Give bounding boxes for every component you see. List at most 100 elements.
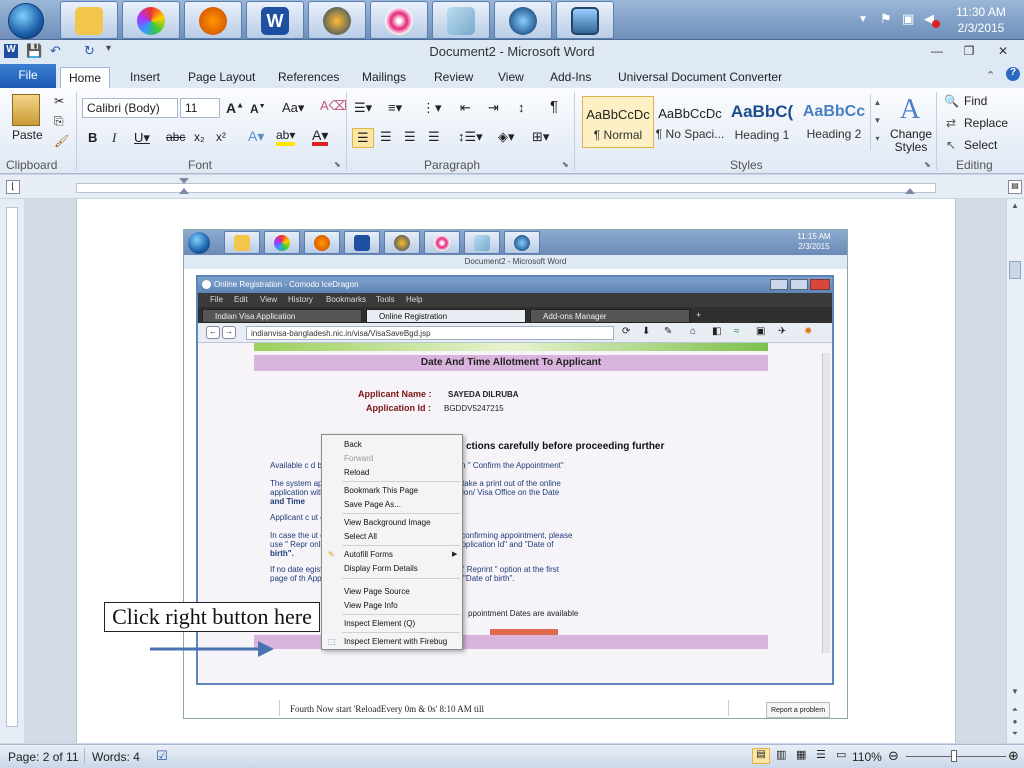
scroll-up-arrow-icon[interactable]: ▲ bbox=[1008, 201, 1022, 213]
change-case-icon[interactable]: Aa▾ bbox=[282, 100, 304, 116]
taskbar-flower-app[interactable] bbox=[370, 1, 428, 39]
outline-icon[interactable]: ☰ bbox=[816, 748, 826, 761]
find-button[interactable]: Find bbox=[964, 94, 987, 108]
taskbar-picasa[interactable] bbox=[122, 1, 180, 39]
scroll-thumb[interactable] bbox=[1009, 261, 1021, 279]
ribbon-minimize-icon[interactable]: ⌃ bbox=[986, 69, 995, 82]
style-heading-1[interactable]: AaBbC( Heading 1 bbox=[726, 96, 798, 148]
paragraph-dialog-launcher-icon[interactable]: ⬊ bbox=[562, 160, 569, 169]
change-styles-button[interactable]: Change Styles bbox=[890, 128, 932, 154]
style-heading-2[interactable]: AaBbCc Heading 2 bbox=[798, 96, 870, 148]
align-center-icon[interactable]: ☰ bbox=[380, 129, 392, 145]
callout-arrow[interactable] bbox=[150, 638, 276, 658]
font-dialog-launcher-icon[interactable]: ⬊ bbox=[334, 160, 341, 169]
minimize-button[interactable]: — bbox=[928, 44, 946, 58]
shading-icon[interactable]: ◈▾ bbox=[498, 129, 515, 145]
styles-dialog-launcher-icon[interactable]: ⬊ bbox=[924, 160, 931, 169]
italic-icon[interactable]: I bbox=[112, 130, 116, 146]
highlight-icon[interactable]: ab▾ bbox=[276, 128, 296, 146]
close-button[interactable]: ✕ bbox=[994, 44, 1012, 58]
tab-add-ins[interactable]: Add-Ins bbox=[542, 67, 599, 88]
previous-page-icon[interactable]: ⏶ bbox=[1008, 705, 1022, 717]
styles-gallery-scroll[interactable]: ▲ ▼ ▾ bbox=[870, 94, 884, 150]
clear-formatting-icon[interactable]: A⌫ bbox=[320, 98, 347, 114]
network-icon[interactable]: ▣ bbox=[902, 11, 914, 27]
subscript-icon[interactable]: x₂ bbox=[194, 130, 205, 144]
underline-icon[interactable]: U▾ bbox=[134, 130, 150, 146]
tab-universal-document-converter[interactable]: Universal Document Converter bbox=[610, 67, 790, 88]
tab-page-layout[interactable]: Page Layout bbox=[180, 67, 263, 88]
sort-icon[interactable]: ↕ bbox=[518, 100, 525, 115]
paste-button[interactable]: Paste bbox=[12, 128, 43, 142]
font-color-icon[interactable]: A▾ bbox=[312, 128, 329, 146]
borders-icon[interactable]: ⊞▾ bbox=[532, 129, 549, 145]
numbering-icon[interactable]: ≡▾ bbox=[388, 100, 402, 116]
taskbar-word[interactable]: W bbox=[246, 1, 304, 39]
decrease-indent-icon[interactable]: ⇤ bbox=[460, 100, 471, 116]
vertical-scrollbar[interactable]: ▲ ▼ ⏶ ● ⏷ bbox=[1006, 199, 1024, 743]
full-screen-reading-icon[interactable]: ▥ bbox=[776, 748, 786, 761]
align-right-icon[interactable]: ☰ bbox=[404, 129, 416, 145]
zoom-level[interactable]: 110% bbox=[852, 750, 882, 764]
line-spacing-icon[interactable]: ↕☰▾ bbox=[458, 129, 483, 145]
horizontal-ruler[interactable]: ⌊ ▤ bbox=[0, 175, 1024, 199]
tab-review[interactable]: Review bbox=[426, 67, 481, 88]
shrink-font-icon[interactable]: A▼ bbox=[250, 102, 266, 116]
draft-icon[interactable]: ▭ bbox=[836, 748, 846, 761]
next-page-icon[interactable]: ⏷ bbox=[1008, 729, 1022, 741]
grow-font-icon[interactable]: A▲ bbox=[226, 100, 244, 116]
tab-view[interactable]: View bbox=[490, 67, 532, 88]
vertical-ruler[interactable] bbox=[0, 199, 24, 743]
start-button[interactable] bbox=[2, 1, 52, 39]
select-button[interactable]: Select bbox=[964, 138, 997, 152]
taskbar-explorer[interactable] bbox=[60, 1, 118, 39]
increase-indent-icon[interactable]: ⇥ bbox=[488, 100, 499, 116]
format-painter-icon[interactable]: 🖌 bbox=[54, 134, 69, 148]
taskbar-notes[interactable] bbox=[432, 1, 490, 39]
taskbar-firefox[interactable] bbox=[184, 1, 242, 39]
font-name-combo[interactable]: Calibri (Body) bbox=[82, 98, 178, 118]
hanging-indent-marker[interactable] bbox=[179, 188, 189, 194]
browse-object-icon[interactable]: ● bbox=[1008, 717, 1022, 729]
justify-icon[interactable]: ☰ bbox=[428, 129, 440, 145]
help-icon[interactable]: ? bbox=[1006, 67, 1020, 81]
superscript-icon[interactable]: x² bbox=[216, 130, 226, 144]
proofing-icon[interactable]: ☑ bbox=[156, 748, 168, 764]
cut-icon[interactable]: ✂ bbox=[54, 94, 64, 108]
callout-textbox[interactable]: Click right button here bbox=[104, 602, 320, 632]
replace-button[interactable]: Replace bbox=[964, 116, 1008, 130]
strikethrough-icon[interactable]: abc bbox=[166, 130, 185, 144]
font-size-combo[interactable]: 11 bbox=[180, 98, 220, 118]
taskbar-media-player[interactable] bbox=[308, 1, 366, 39]
show-formatting-marks-icon[interactable]: ¶ bbox=[550, 98, 558, 115]
tab-file[interactable]: File bbox=[0, 64, 56, 88]
flag-icon[interactable]: ⚑ bbox=[880, 11, 892, 27]
taskbar-icedragon[interactable] bbox=[494, 1, 552, 39]
tab-references[interactable]: References bbox=[270, 67, 347, 88]
style-normal[interactable]: AaBbCcDc ¶ Normal bbox=[582, 96, 654, 148]
align-left-button[interactable]: ☰ bbox=[352, 128, 374, 148]
copy-icon[interactable]: ⎘ bbox=[54, 114, 64, 129]
scroll-down-arrow-icon[interactable]: ▼ bbox=[1008, 687, 1022, 699]
clock[interactable]: 11:30 AM 2/3/2015 bbox=[946, 4, 1016, 36]
web-layout-icon[interactable]: ▦ bbox=[796, 748, 806, 761]
zoom-out-icon[interactable]: ⊖ bbox=[888, 748, 899, 764]
bullets-icon[interactable]: ☰▾ bbox=[354, 100, 372, 116]
print-layout-icon[interactable]: ▤ bbox=[752, 748, 770, 764]
tab-insert[interactable]: Insert bbox=[122, 67, 168, 88]
tab-selector-icon[interactable]: ⌊ bbox=[6, 180, 20, 194]
tray-expand-icon[interactable]: ▼ bbox=[858, 14, 868, 25]
first-line-indent-marker[interactable] bbox=[179, 178, 189, 184]
tab-home[interactable]: Home bbox=[60, 67, 111, 88]
right-indent-marker[interactable] bbox=[905, 188, 915, 194]
word-count[interactable]: Words: 4 bbox=[92, 750, 140, 764]
multilevel-list-icon[interactable]: ⋮▾ bbox=[422, 100, 442, 116]
page-count[interactable]: Page: 2 of 11 bbox=[8, 750, 79, 764]
zoom-slider-thumb[interactable] bbox=[951, 750, 957, 762]
bold-icon[interactable]: B bbox=[88, 130, 97, 145]
zoom-in-icon[interactable]: ⊕ bbox=[1008, 748, 1019, 764]
text-effects-icon[interactable]: A▾ bbox=[248, 128, 264, 145]
restore-button[interactable]: ❐ bbox=[960, 44, 978, 58]
taskbar-screen-capture[interactable] bbox=[556, 1, 614, 39]
style-no-spacing[interactable]: AaBbCcDc ¶ No Spaci... bbox=[654, 96, 726, 148]
